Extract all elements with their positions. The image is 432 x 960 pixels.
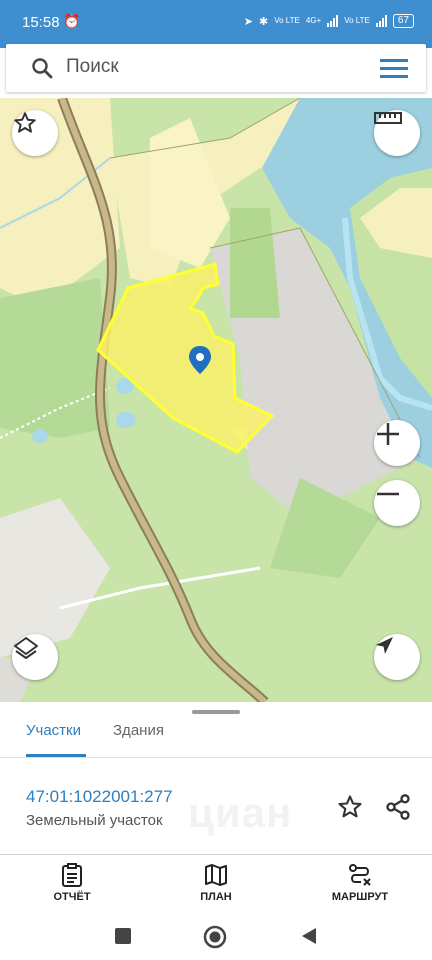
search-input[interactable]: Поиск — [66, 56, 119, 78]
parcel-type: Земельный участок — [26, 812, 163, 829]
bottom-sheet: Участки Здания циан 47:01:1022001:277 Зе… — [0, 702, 432, 960]
nav-plan-label: ПЛАН — [200, 891, 232, 903]
ruler-button[interactable] — [374, 110, 420, 156]
location-arrow-icon: ➤ — [243, 15, 253, 28]
tab-parcels[interactable]: Участки — [26, 722, 81, 739]
tab-buildings[interactable]: Здания — [113, 722, 164, 739]
map-canvas[interactable] — [0, 98, 432, 702]
back-icon[interactable] — [300, 927, 318, 945]
signal-icon — [327, 15, 339, 27]
zoom-in-button[interactable] — [374, 420, 420, 466]
status-indicators: ➤ ✱ Vo LTE 4G+ Vo LTE 67 — [244, 14, 414, 28]
locate-icon — [376, 637, 393, 654]
map-plan-icon — [205, 864, 227, 886]
recents-icon[interactable] — [114, 927, 132, 945]
nav-route[interactable]: МАРШРУТ — [322, 863, 398, 903]
system-nav-bar — [0, 917, 432, 960]
alarm-icon: ⏰ — [63, 13, 81, 29]
nav-report-label: ОТЧЁТ — [53, 891, 91, 903]
share-icon[interactable] — [384, 793, 412, 821]
ruler-icon — [374, 112, 402, 124]
layers-button[interactable] — [12, 634, 58, 680]
nav-route-label: МАРШРУТ — [331, 891, 389, 903]
network-type: 4G+ — [305, 16, 322, 25]
search-bar[interactable]: Поиск — [6, 44, 426, 92]
status-bar: 15:58 ⏰ ➤ ✱ Vo LTE 4G+ Vo LTE 67 — [0, 0, 432, 48]
tab-bar: Участки Здания — [0, 716, 432, 758]
nav-plan[interactable]: ПЛАН — [190, 863, 242, 903]
favorite-map-button[interactable] — [12, 110, 58, 156]
search-icon[interactable] — [30, 56, 54, 80]
layers-icon — [14, 637, 38, 659]
zoom-out-icon — [377, 492, 399, 496]
volte-badge: Vo LTE — [274, 16, 300, 25]
report-icon — [62, 863, 82, 887]
signal-icon-2 — [375, 15, 387, 27]
locate-button[interactable] — [374, 634, 420, 680]
home-icon[interactable] — [203, 925, 227, 949]
favorite-icon[interactable] — [336, 793, 364, 821]
drag-handle[interactable] — [192, 710, 240, 714]
zoom-in-icon — [377, 423, 399, 445]
zoom-out-button[interactable] — [374, 480, 420, 526]
active-tab-indicator — [26, 754, 86, 757]
volte-badge-2: Vo LTE — [344, 16, 370, 25]
battery-indicator: 67 — [392, 14, 414, 28]
status-time: 15:58 — [22, 14, 60, 31]
nav-report[interactable]: ОТЧЁТ — [44, 863, 100, 903]
map-view[interactable] — [0, 98, 432, 702]
cadastral-number[interactable]: 47:01:1022001:277 — [26, 787, 173, 807]
favorite-icon — [14, 112, 36, 133]
route-icon — [349, 864, 371, 886]
hamburger-menu-icon[interactable] — [380, 58, 408, 78]
bottom-nav: ОТЧЁТ ПЛАН МАРШРУТ — [0, 859, 432, 917]
bluetooth-icon: ✱ — [259, 15, 269, 28]
watermark: циан — [188, 789, 293, 836]
parcel-card[interactable]: циан 47:01:1022001:277 Земельный участок — [0, 759, 432, 855]
